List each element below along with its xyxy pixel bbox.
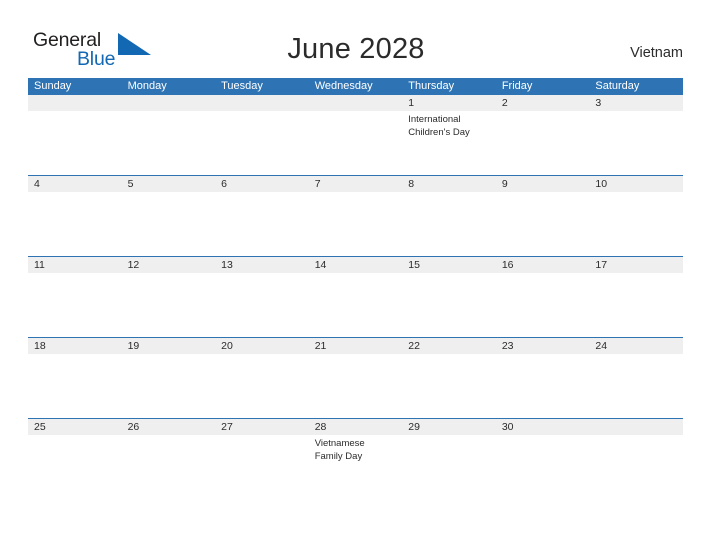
day-event: Vietnamese Family Day [314, 438, 365, 462]
day-number[interactable]: 13 [215, 257, 309, 273]
day-event [309, 192, 403, 256]
page-header: General Blue June 2028 Vietnam [0, 0, 712, 76]
weekday-tuesday: Tuesday [221, 80, 263, 92]
day-number[interactable]: 7 [309, 176, 403, 192]
day-event [589, 192, 683, 256]
calendar-week-row: 25 26 27 28 29 30 Vietnamese Family Day [28, 418, 683, 499]
day-number[interactable]: 19 [122, 338, 216, 354]
day-event [215, 192, 309, 256]
day-number[interactable]: 30 [496, 419, 590, 435]
day-event [215, 273, 309, 337]
day-event [309, 354, 403, 418]
calendar-grid: Sunday Monday Tuesday Wednesday Thursday… [28, 78, 683, 499]
day-number[interactable] [309, 95, 403, 111]
weekday-wednesday: Wednesday [314, 80, 373, 92]
day-number[interactable]: 5 [122, 176, 216, 192]
day-event [589, 111, 683, 175]
day-number[interactable]: 28 [309, 419, 403, 435]
day-event [402, 354, 496, 418]
day-number[interactable]: 12 [122, 257, 216, 273]
day-number[interactable]: 17 [589, 257, 683, 273]
day-event [496, 435, 590, 499]
calendar-week-row: 11 12 13 14 15 16 17 [28, 256, 683, 337]
day-number[interactable]: 1 [402, 95, 496, 111]
day-number[interactable]: 8 [402, 176, 496, 192]
weekday-header-row: Sunday Monday Tuesday Wednesday Thursday… [28, 78, 683, 95]
day-event [215, 435, 309, 499]
day-event [496, 273, 590, 337]
day-number[interactable]: 24 [589, 338, 683, 354]
day-number[interactable]: 16 [496, 257, 590, 273]
day-number[interactable]: 21 [309, 338, 403, 354]
day-event [215, 111, 309, 175]
day-event [122, 192, 216, 256]
day-event [589, 273, 683, 337]
day-number[interactable] [589, 419, 683, 435]
day-event [402, 192, 496, 256]
day-number[interactable]: 9 [496, 176, 590, 192]
day-event [122, 435, 216, 499]
day-event [309, 273, 403, 337]
calendar-week-row: 1 2 3 International Children's Day [28, 95, 683, 175]
day-event [28, 273, 122, 337]
day-event [28, 111, 122, 175]
calendar-week-row: 18 19 20 21 22 23 24 [28, 337, 683, 418]
day-event [28, 192, 122, 256]
week-event-row: Vietnamese Family Day [28, 435, 683, 499]
day-event [402, 273, 496, 337]
day-number[interactable]: 14 [309, 257, 403, 273]
day-event [496, 111, 590, 175]
day-number[interactable]: 20 [215, 338, 309, 354]
week-date-row: 1 2 3 [28, 95, 683, 111]
day-number[interactable]: 18 [28, 338, 122, 354]
day-event [28, 354, 122, 418]
day-number[interactable]: 22 [402, 338, 496, 354]
day-number[interactable] [215, 95, 309, 111]
day-number[interactable]: 11 [28, 257, 122, 273]
day-number[interactable]: 10 [589, 176, 683, 192]
day-number[interactable]: 29 [402, 419, 496, 435]
day-event [496, 192, 590, 256]
day-number[interactable] [122, 95, 216, 111]
day-event [122, 354, 216, 418]
week-date-row: 25 26 27 28 29 30 [28, 419, 683, 435]
day-event [309, 111, 403, 175]
day-number[interactable]: 6 [215, 176, 309, 192]
weekday-saturday: Saturday [595, 80, 640, 92]
day-number[interactable]: 4 [28, 176, 122, 192]
weekday-friday: Friday [501, 80, 533, 92]
day-number[interactable]: 25 [28, 419, 122, 435]
week-event-row [28, 273, 683, 337]
week-event-row [28, 192, 683, 256]
page-title: June 2028 [287, 33, 425, 65]
day-event [496, 354, 590, 418]
week-date-row: 4 5 6 7 8 9 10 [28, 176, 683, 192]
day-event [402, 435, 496, 499]
day-number[interactable]: 3 [589, 95, 683, 111]
day-number[interactable] [28, 95, 122, 111]
day-number[interactable]: 15 [402, 257, 496, 273]
calendar-week-row: 4 5 6 7 8 9 10 [28, 175, 683, 256]
day-event: International Children's Day [408, 114, 470, 138]
country-label: Vietnam [630, 45, 683, 61]
day-event [28, 435, 122, 499]
week-date-row: 18 19 20 21 22 23 24 [28, 338, 683, 354]
week-event-row: International Children's Day [28, 111, 683, 175]
weekday-thursday: Thursday [408, 80, 455, 92]
day-event [589, 354, 683, 418]
weekday-monday: Monday [127, 80, 167, 92]
weekday-sunday: Sunday [34, 80, 72, 92]
day-event [122, 111, 216, 175]
day-number[interactable]: 27 [215, 419, 309, 435]
day-event [215, 354, 309, 418]
week-date-row: 11 12 13 14 15 16 17 [28, 257, 683, 273]
day-event [122, 273, 216, 337]
day-number[interactable]: 26 [122, 419, 216, 435]
day-number[interactable]: 23 [496, 338, 590, 354]
day-event [589, 435, 683, 499]
week-event-row [28, 354, 683, 418]
day-number[interactable]: 2 [496, 95, 590, 111]
calendar-page: General Blue June 2028 Vietnam Sunday Mo… [0, 0, 712, 550]
